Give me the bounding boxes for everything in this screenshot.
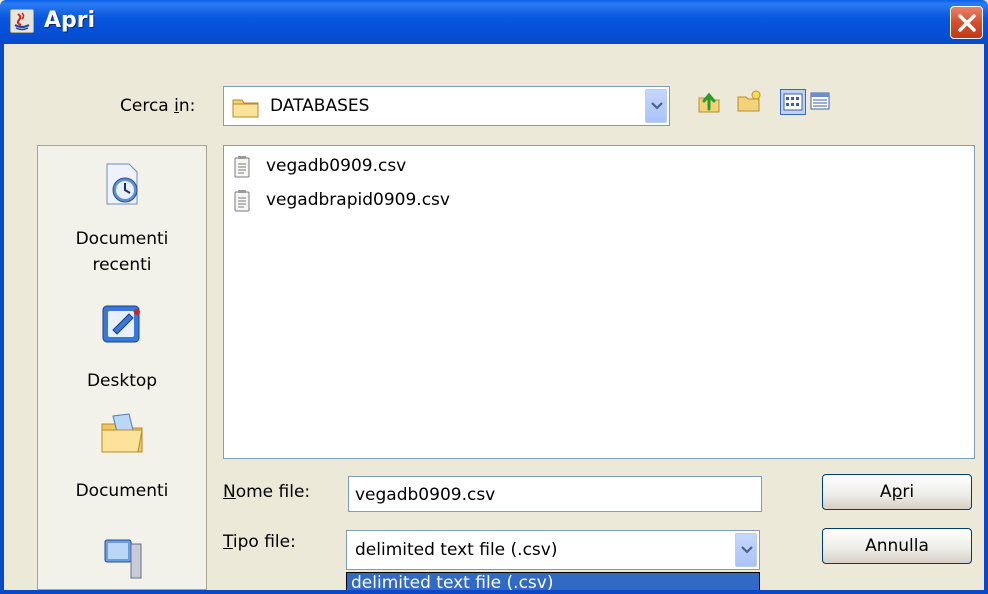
folder-icon	[232, 99, 259, 118]
filetype-label: Tipo file:	[223, 532, 296, 552]
close-button[interactable]	[950, 6, 983, 39]
sidebar-item-computer[interactable]	[38, 518, 206, 589]
sidebar-label: Desktop	[86, 371, 158, 391]
cancel-button[interactable]: Annulla	[822, 528, 972, 564]
window-frame-bottom	[0, 590, 988, 594]
recent-documents-icon	[106, 163, 138, 205]
sidebar-item-documents[interactable]: Documenti	[38, 408, 206, 518]
computer-icon	[104, 539, 142, 579]
window-frame-right	[984, 44, 988, 594]
new-folder-button[interactable]	[736, 89, 762, 115]
chevron-down-icon	[651, 102, 663, 110]
up-folder-icon	[698, 92, 720, 113]
look-in-value: DATABASES	[270, 96, 370, 116]
look-in-combo[interactable]: DATABASES	[223, 86, 670, 126]
sidebar-label: Documenti	[75, 481, 169, 501]
details-view-button[interactable]	[808, 89, 834, 115]
list-view-icon	[783, 93, 803, 111]
open-button[interactable]: Apri	[822, 474, 972, 510]
file-name: vegadb0909.csv	[266, 156, 407, 176]
desktop-icon	[102, 305, 140, 343]
window-frame-left	[0, 44, 4, 594]
close-icon	[958, 14, 976, 32]
details-view-icon	[810, 92, 830, 110]
sidebar-item-desktop[interactable]: Desktop	[38, 296, 206, 406]
filename-label: Nome file:	[223, 482, 311, 502]
up-folder-button[interactable]	[696, 89, 722, 115]
filetype-dropdown-button[interactable]	[735, 533, 757, 567]
look-in-label: Cerca in:	[120, 96, 196, 116]
filename-value: vegadb0909.csv	[355, 485, 496, 505]
text-file-icon	[234, 156, 250, 178]
documents-folder-icon	[101, 413, 143, 453]
file-name: vegadbrapid0909.csv	[266, 190, 450, 210]
look-in-dropdown-button[interactable]	[645, 89, 667, 123]
filename-input[interactable]: vegadb0909.csv	[348, 476, 762, 512]
title-bar[interactable]: Apri	[0, 0, 988, 44]
places-bar: Documenti recenti Desktop Documenti	[37, 145, 207, 590]
sidebar-item-recent-documents[interactable]: Documenti recenti	[38, 156, 206, 296]
text-file-icon	[234, 190, 250, 212]
new-folder-icon	[737, 90, 761, 112]
window-title: Apri	[44, 8, 96, 33]
chevron-down-icon	[741, 546, 753, 554]
filetype-value: delimited text file (.csv)	[355, 540, 558, 560]
filetype-combo[interactable]: delimited text file (.csv)	[346, 530, 760, 570]
java-app-icon	[10, 9, 34, 33]
sidebar-label: Documenti	[75, 229, 169, 249]
open-file-dialog: Apri Cerca in: DATABASES Documenti recen…	[0, 0, 988, 594]
sidebar-label: recenti	[92, 255, 152, 275]
list-view-button[interactable]	[780, 89, 806, 115]
file-list[interactable]: vegadb0909.csv vegadbrapid0909.csv	[223, 145, 975, 459]
